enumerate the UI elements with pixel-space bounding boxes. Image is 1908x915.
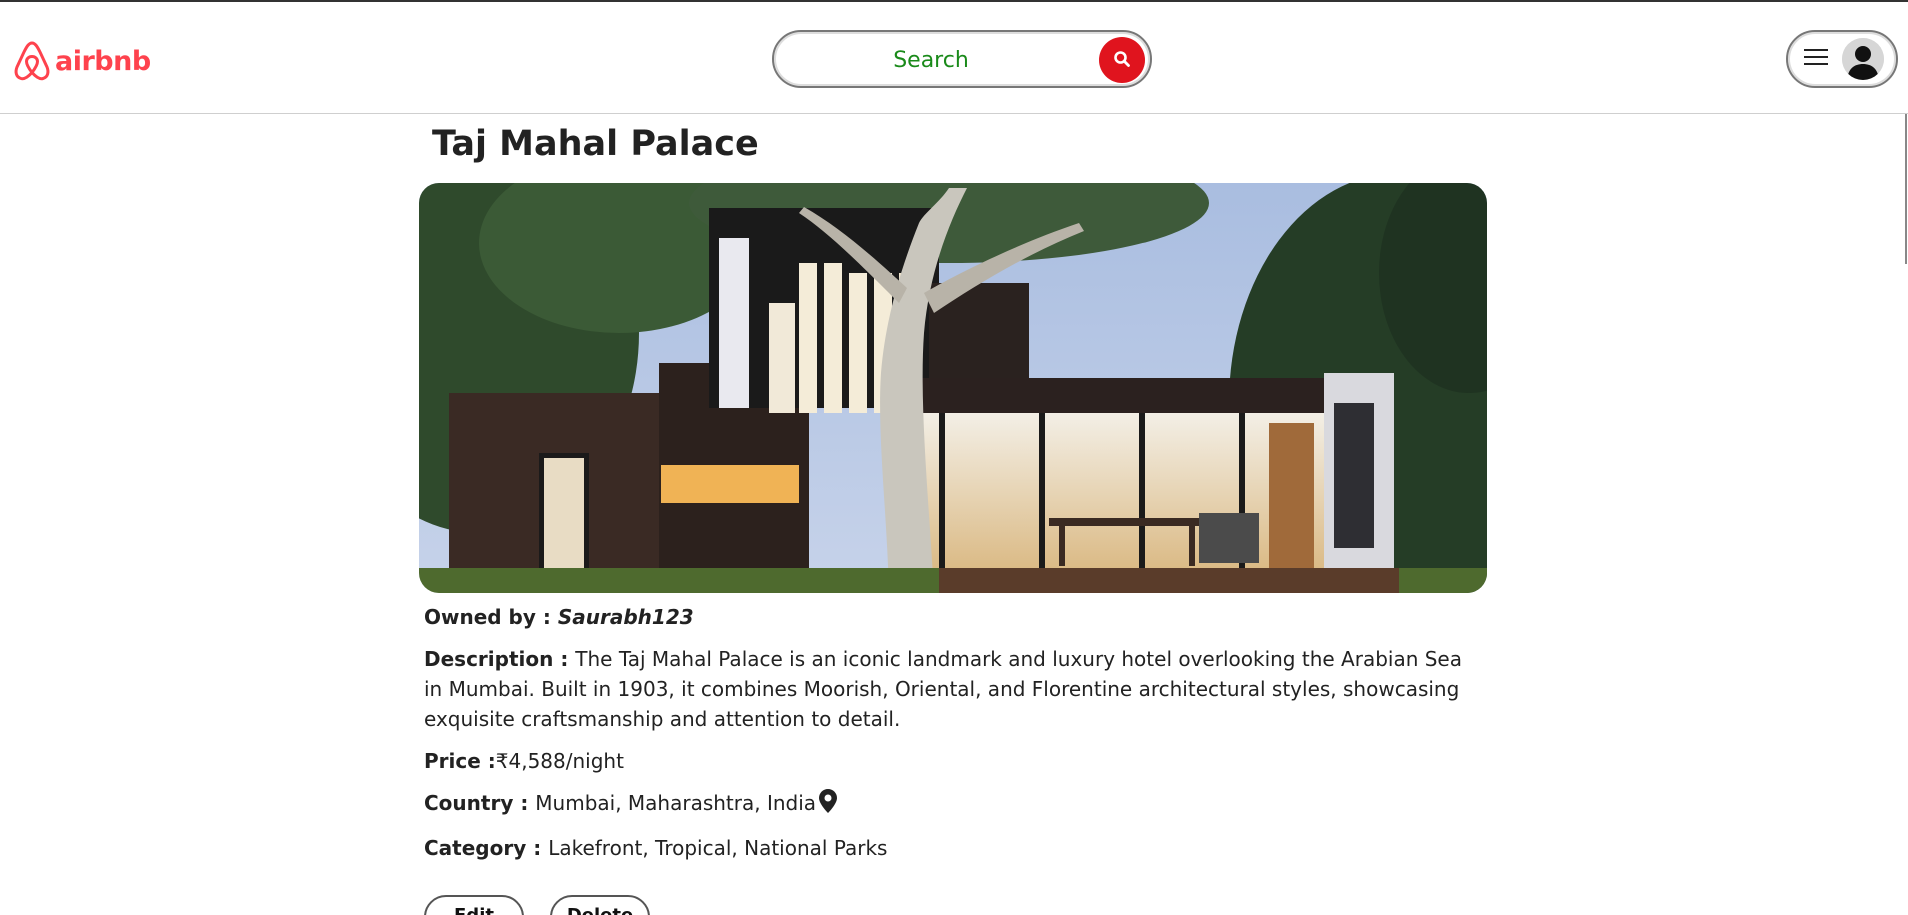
listing-title: Taj Mahal Palace: [432, 124, 759, 164]
description-text: The Taj Mahal Palace is an iconic landma…: [424, 647, 1462, 731]
price-row: Price :₹4,588/night: [424, 746, 1484, 776]
hamburger-menu-icon: [1804, 48, 1828, 70]
category-value: Lakefront, Tropical, National Parks: [548, 836, 888, 860]
page: airbnb Search Taj Mahal Palace Owned by …: [0, 0, 1908, 915]
navbar: airbnb: [0, 2, 1908, 114]
brand-name: airbnb: [55, 45, 151, 77]
delete-button[interactable]: Delete: [550, 895, 650, 915]
country-value: Mumbai, Maharashtra, India: [535, 791, 817, 815]
owner-name: Saurabh123: [557, 605, 694, 629]
country-label: Country :: [424, 791, 536, 815]
country-row: Country : Mumbai, Maharashtra, India: [424, 788, 1484, 821]
category-row: Category : Lakefront, Tropical, National…: [424, 833, 1484, 863]
location-pin-icon: [819, 789, 838, 821]
scrollbar[interactable]: [1905, 114, 1907, 264]
listing-image: [419, 183, 1487, 593]
description-row: Description : The Taj Mahal Palace is an…: [424, 644, 1484, 734]
owner-row: Owned by : Saurabh123: [424, 602, 1484, 632]
search-icon: [1113, 50, 1131, 71]
brand-logo[interactable]: airbnb: [13, 40, 151, 82]
listing-details: Owned by : Saurabh123 Description : The …: [424, 602, 1484, 875]
search-input[interactable]: [784, 40, 1078, 80]
price-label: Price :: [424, 749, 496, 773]
listing-actions: Edit Delete: [424, 895, 650, 915]
price-value: ₹4,588/night: [495, 749, 624, 773]
user-avatar-icon: [1842, 38, 1884, 80]
user-menu-button[interactable]: [1786, 30, 1898, 88]
edit-button[interactable]: Edit: [424, 895, 524, 915]
search-button[interactable]: [1099, 37, 1145, 83]
owner-label: Owned by :: [424, 605, 558, 629]
category-label: Category :: [424, 836, 549, 860]
search-bar: [772, 30, 1152, 88]
description-label: Description :: [424, 647, 576, 671]
airbnb-logo-icon: [13, 40, 51, 82]
